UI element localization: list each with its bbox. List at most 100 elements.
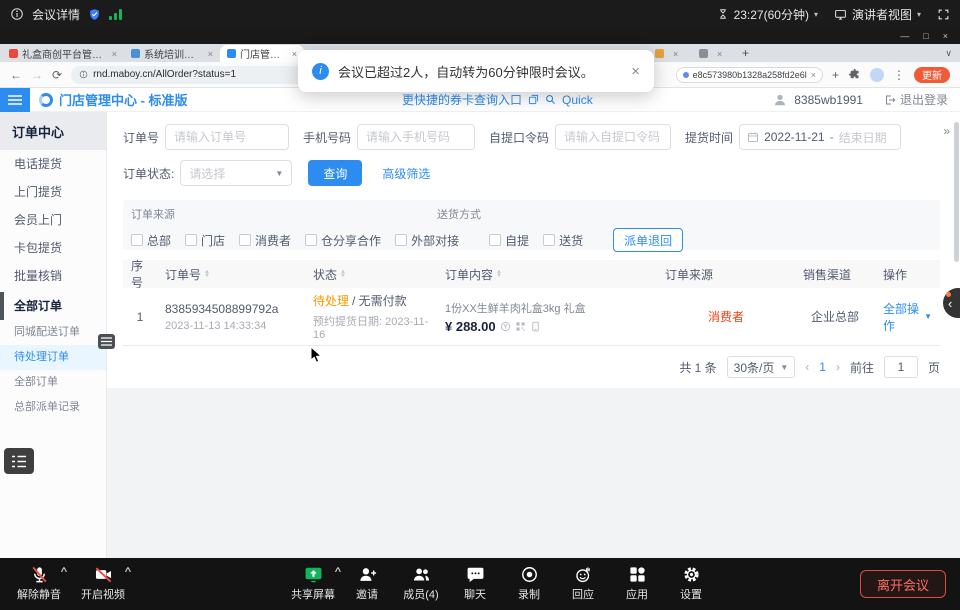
search-button[interactable]: 查询 (308, 160, 362, 186)
tab-close-icon[interactable]: × (292, 49, 297, 59)
date-range-picker[interactable]: 2022-11-21 - 结束日期 (739, 124, 901, 150)
security-shield-icon[interactable] (88, 8, 101, 21)
reactions-button[interactable]: 回应 (556, 565, 610, 602)
window-minimize-button[interactable]: — (900, 31, 909, 41)
forward-icon[interactable]: → (31, 68, 43, 82)
browser-tab[interactable]: 系统培训学习 × (124, 45, 220, 62)
refresh-icon[interactable]: ⟳ (52, 68, 62, 82)
sidebar-item-card-pickup[interactable]: 卡包提货 (0, 234, 106, 262)
sidebar-drag-handle-icon[interactable] (98, 334, 115, 349)
order-status-select[interactable]: 请选择 ▼ (180, 160, 292, 186)
browser-tab[interactable]: × (692, 45, 736, 62)
tab-close-icon[interactable]: × (112, 49, 117, 59)
site-info-icon[interactable] (79, 70, 88, 79)
tab-id-chip[interactable]: e8c573980b1328a258fd2e6l × (676, 67, 823, 83)
advanced-filter-link[interactable]: 高级筛选 (382, 165, 430, 182)
unmute-options-caret[interactable]: ∧ (59, 565, 68, 574)
view-mode-selector[interactable]: 演讲者视图 ▾ (834, 6, 921, 23)
meeting-details-label[interactable]: 会议详情 (32, 6, 80, 23)
goto-page-input[interactable] (884, 356, 918, 378)
logout-button[interactable]: 退出登录 (884, 91, 948, 108)
phone-icon (530, 321, 541, 332)
phone-input[interactable] (357, 124, 475, 150)
chat-button[interactable]: 聊天 (448, 565, 502, 602)
all-actions-dropdown[interactable]: 全部操作▼ (883, 300, 932, 334)
start-video-button[interactable]: 开启视频 ∧ (76, 565, 130, 602)
username[interactable]: 8385wb1991 (794, 93, 863, 107)
checkbox-source-store[interactable]: 门店 (185, 232, 225, 249)
chip-close-icon[interactable]: × (811, 70, 816, 80)
current-page[interactable]: 1 (819, 360, 826, 374)
video-options-caret[interactable]: ∧ (123, 565, 132, 574)
quick-label[interactable]: Quick (562, 93, 593, 107)
browser-tab-active[interactable]: 门店管理中心 × (220, 45, 304, 62)
order-no-value[interactable]: 8385934508899792a (165, 302, 278, 316)
toast-close-icon[interactable]: × (631, 63, 640, 80)
page-size-select[interactable]: 30条/页 ▼ (727, 356, 796, 378)
checkbox-source-external[interactable]: 外部对接 (395, 232, 459, 249)
browser-update-button[interactable]: 更新 (914, 67, 950, 83)
meeting-app-icon[interactable] (10, 7, 24, 21)
members-button[interactable]: 成员(4) (394, 565, 448, 602)
meeting-floating-toolbar[interactable] (4, 448, 34, 474)
quick-search-icon[interactable] (545, 94, 556, 105)
window-maximize-button[interactable]: □ (923, 31, 928, 41)
link-out-icon[interactable] (528, 94, 539, 105)
checkbox-source-warehouse-share[interactable]: 仓分享合作 (305, 232, 381, 249)
unmute-button[interactable]: 解除静音 ∧ (12, 565, 66, 602)
sidebar-toggle-button[interactable] (0, 88, 30, 112)
sidebar-item-member-visit[interactable]: 会员上门 (0, 206, 106, 234)
share-screen-button[interactable]: 共享屏幕 ∧ (286, 565, 340, 602)
tab-close-icon[interactable]: × (673, 49, 678, 59)
tab-search-caret-icon[interactable]: ∨ (945, 48, 960, 59)
header-status[interactable]: 状态▲▼ (305, 266, 437, 283)
sidebar-item-all-orders[interactable]: 全部订单 (0, 292, 106, 320)
order-no-input[interactable] (165, 124, 289, 150)
fullscreen-icon[interactable] (937, 8, 950, 21)
checkbox-delivery-send[interactable]: 送货 (543, 232, 583, 249)
sort-icon[interactable]: ▲▼ (496, 270, 502, 279)
date-end-placeholder[interactable]: 结束日期 (839, 129, 887, 146)
coupon-query-link[interactable]: 更快捷的券卡查询入口 (402, 91, 522, 108)
checkbox-source-consumer[interactable]: 消费者 (239, 232, 291, 249)
browser-tab[interactable]: 礼盒商创平台管理中心 × (2, 45, 124, 62)
sort-icon[interactable]: ▲▼ (340, 270, 346, 279)
sidebar-item-phone-pickup[interactable]: 电话提货 (0, 150, 106, 178)
dispatch-return-button[interactable]: 派单退回 (613, 228, 683, 252)
checkbox-source-hq[interactable]: 总部 (131, 232, 171, 249)
sidebar-subitem-all-orders[interactable]: 全部订单 (0, 370, 106, 395)
sidebar-subitem-city-delivery[interactable]: 同城配送订单 (0, 320, 106, 345)
toolbar-plus-icon[interactable]: + (832, 68, 839, 82)
sidebar-item-door-pickup[interactable]: 上门提货 (0, 178, 106, 206)
leave-meeting-button[interactable]: 离开会议 (860, 570, 946, 598)
browser-tab[interactable]: × (648, 45, 692, 62)
sidebar-item-batch-verify[interactable]: 批量核销 (0, 262, 106, 290)
browser-profile-avatar[interactable] (870, 68, 884, 82)
checkbox-delivery-pickup[interactable]: 自提 (489, 232, 529, 249)
back-icon[interactable]: ← (10, 68, 22, 82)
settings-button[interactable]: 设置 (664, 565, 718, 602)
sort-icon[interactable]: ▲▼ (204, 270, 210, 279)
header-order-content[interactable]: 订单内容▲▼ (437, 266, 657, 283)
new-tab-button[interactable]: + (742, 46, 749, 60)
collapse-filters-icon[interactable]: » (943, 124, 948, 138)
prev-page-icon[interactable]: ‹ (805, 360, 809, 374)
pickup-code-input[interactable] (555, 124, 671, 150)
invite-button[interactable]: 邀请 (340, 565, 394, 602)
window-close-button[interactable]: × (943, 31, 948, 41)
next-page-icon[interactable]: › (836, 360, 840, 374)
browser-menu-kebab-icon[interactable]: ⋮ (893, 68, 905, 82)
meeting-timer-dropdown[interactable]: 23:27(60分钟) ▾ (717, 6, 818, 23)
address-bar[interactable]: rnd.maboy.cn/AllOrder?status=1 ☆ (71, 66, 333, 84)
apps-button[interactable]: 应用 (610, 565, 664, 602)
scrollbar-thumb[interactable] (954, 122, 959, 262)
sidebar-subitem-pending-orders[interactable]: 待处理订单 (0, 345, 106, 370)
sidebar-subitem-hq-dispatch-log[interactable]: 总部派单记录 (0, 395, 106, 420)
header-order-no[interactable]: 订单号▲▼ (157, 266, 305, 283)
tab-favicon (655, 49, 664, 58)
record-button[interactable]: 录制 (502, 565, 556, 602)
date-start-value[interactable]: 2022-11-21 (764, 130, 825, 144)
tab-close-icon[interactable]: × (208, 49, 213, 59)
tab-close-icon[interactable]: × (717, 49, 722, 59)
extensions-puzzle-icon[interactable] (848, 68, 861, 81)
